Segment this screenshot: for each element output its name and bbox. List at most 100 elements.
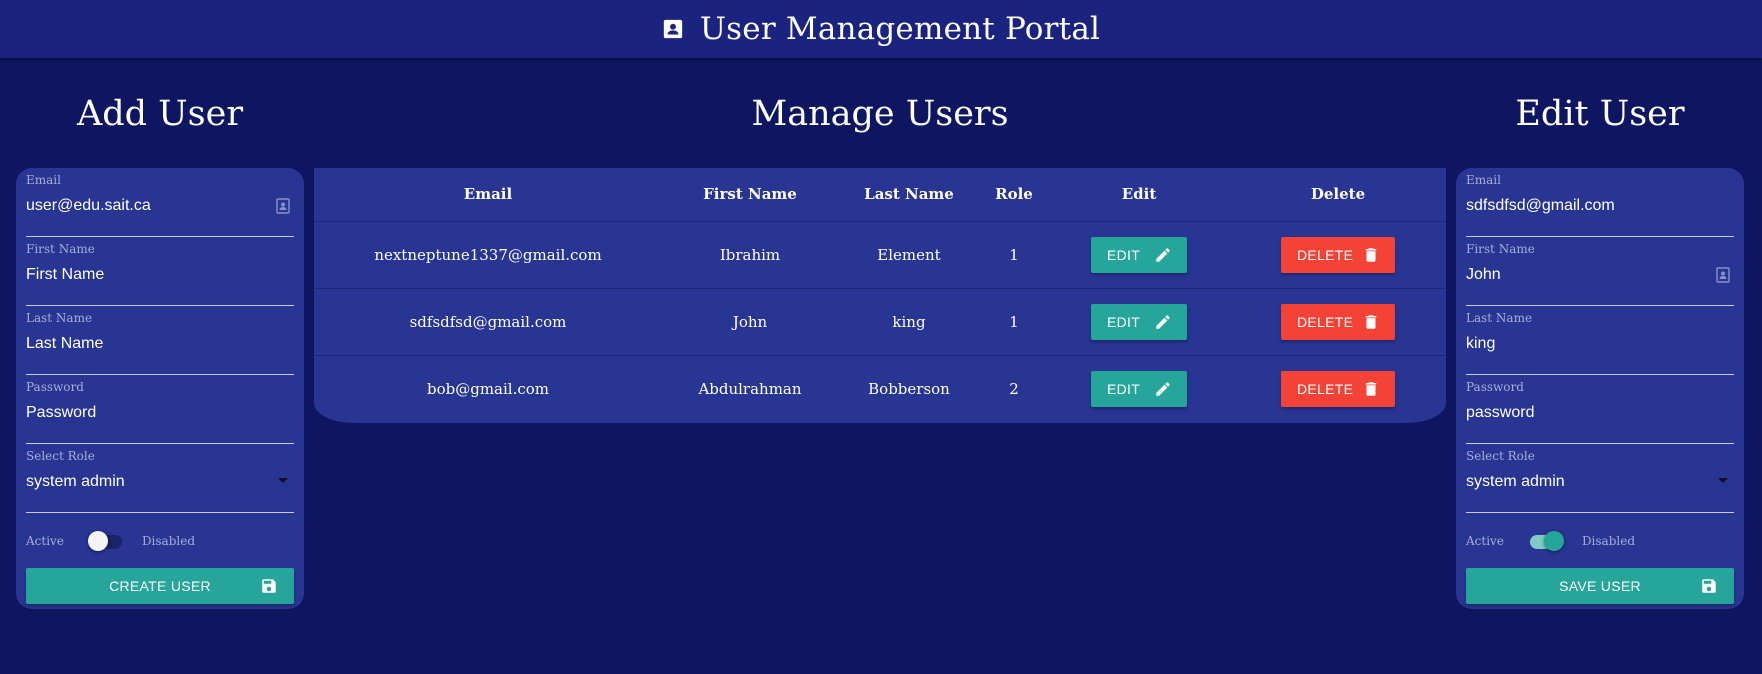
edit-button[interactable]: EDIT [1091, 370, 1187, 407]
cell-edit: EDIT [1048, 288, 1230, 356]
first-name-label: First Name [26, 242, 95, 256]
first-name-label: First Name [1466, 242, 1535, 256]
col-role: Role [980, 168, 1048, 222]
save-icon [1702, 579, 1716, 593]
first-name-field[interactable]: First Name First Name [26, 237, 294, 306]
col-delete: Delete [1230, 168, 1446, 222]
cell-role: 2 [1009, 379, 1019, 398]
contact-card-icon [663, 19, 683, 39]
trash-icon [1365, 247, 1377, 262]
disabled-label: Disabled [1581, 533, 1636, 548]
last-name-label: Last Name [26, 311, 93, 325]
status-switch[interactable] [1528, 530, 1564, 551]
edit-button[interactable]: EDIT [1091, 303, 1187, 340]
status-switch[interactable] [87, 530, 124, 551]
role-value[interactable]: system admin [26, 473, 294, 491]
last-name-label: Last Name [1466, 311, 1533, 325]
first-name-input[interactable]: John [1466, 266, 1734, 284]
trash-icon [1365, 314, 1377, 329]
switch-thumb[interactable] [1543, 530, 1564, 551]
cell-role: 1 [980, 221, 1048, 289]
delete-button[interactable]: DELETE [1281, 303, 1395, 340]
trash-icon [1365, 382, 1377, 396]
switch-thumb[interactable] [87, 530, 108, 551]
status-toggle-row: Active Disabled [26, 513, 294, 568]
status-toggle-row: Active Disabled [1466, 513, 1734, 568]
password-label: Password [1466, 380, 1524, 394]
users-table: Email First Name Last Name Role Edit Del… [314, 168, 1446, 422]
email-field[interactable]: Email sdfsdfsd@gmail.com [1466, 168, 1734, 237]
edit-button[interactable]: EDIT [1091, 236, 1187, 273]
delete-button[interactable]: DELETE [1281, 370, 1395, 407]
active-label: Active [26, 533, 64, 548]
last-name-field[interactable]: Last Name Last Name [26, 306, 294, 375]
delete-button[interactable]: DELETE [1281, 236, 1395, 273]
save-icon [262, 579, 276, 593]
edit-label: EDIT [1107, 313, 1141, 330]
email-label: Email [1466, 173, 1501, 187]
edit-user-title: Edit User [1515, 94, 1685, 134]
disabled-label: Disabled [141, 533, 196, 548]
cell-last-name: Element [838, 221, 980, 289]
cell-first-name: Ibrahim [662, 221, 838, 289]
password-field[interactable]: Password Password [26, 375, 294, 444]
cell-edit: EDIT [1048, 355, 1230, 422]
cell-email: sdfsdfsd@gmail.com [314, 288, 662, 356]
cell-first-name: Abdulrahman [698, 379, 802, 398]
contact-icon [1716, 267, 1730, 283]
edit-label: EDIT [1107, 246, 1141, 263]
cell-last-name: king [838, 288, 980, 356]
email-label: Email [26, 173, 61, 187]
page-title: User Management Portal [699, 11, 1101, 47]
users-table-card: Email First Name Last Name Role Edit Del… [314, 168, 1446, 423]
col-edit: Edit [1048, 168, 1230, 222]
pencil-icon [1156, 314, 1170, 329]
table-row: sdfsdfsd@gmail.com John king 1 EDIT DELE… [314, 288, 1446, 356]
manage-users-title: Manage Users [751, 94, 1009, 134]
caret-down-icon[interactable] [278, 478, 288, 483]
cell-role: 1 [980, 288, 1048, 356]
first-name-input[interactable]: First Name [26, 266, 294, 284]
cell-first-name: John [662, 288, 838, 356]
password-input[interactable]: Password [26, 404, 294, 422]
cell-delete: DELETE [1230, 221, 1446, 289]
password-field[interactable]: Password password [1466, 375, 1734, 444]
contact-icon [276, 198, 290, 214]
last-name-field[interactable]: Last Name king [1466, 306, 1734, 375]
cell-email: nextneptune1337@gmail.com [314, 221, 662, 289]
last-name-input[interactable]: Last Name [26, 335, 294, 353]
col-first-name: First Name [662, 168, 838, 222]
delete-label: DELETE [1297, 313, 1354, 330]
active-label: Active [1466, 533, 1504, 548]
role-select[interactable]: Select Role system admin [26, 444, 294, 513]
table-row: nextneptune1337@gmail.com Ibrahim Elemen… [314, 221, 1446, 289]
create-user-label: CREATE USER [109, 578, 211, 594]
delete-label: DELETE [1297, 380, 1354, 397]
last-name-input[interactable]: king [1466, 335, 1734, 353]
role-select[interactable]: Select Role system admin [1466, 444, 1734, 513]
table-header-row: Email First Name Last Name Role Edit Del… [314, 168, 1446, 222]
save-user-button[interactable]: SAVE USER [1466, 568, 1734, 604]
edit-user-form: Email sdfsdfsd@gmail.com First Name John… [1456, 168, 1744, 609]
first-name-field[interactable]: First Name John [1466, 237, 1734, 306]
password-input[interactable]: password [1466, 404, 1734, 422]
add-user-title: Add User [76, 94, 244, 134]
table-row: bob@gmail.com Abdulrahman Bobberson 2 ED… [314, 355, 1446, 422]
col-email: Email [314, 168, 662, 222]
edit-label: EDIT [1107, 380, 1141, 397]
save-user-label: SAVE USER [1559, 578, 1641, 594]
pencil-icon [1156, 247, 1170, 262]
create-user-button[interactable]: CREATE USER [26, 568, 294, 604]
email-input[interactable]: sdfsdfsd@gmail.com [1466, 197, 1734, 215]
email-input[interactable]: user@edu.sait.ca [26, 197, 294, 215]
role-label: Select Role [26, 449, 95, 463]
password-label: Password [26, 380, 84, 394]
email-field[interactable]: Email user@edu.sait.ca [26, 168, 294, 237]
role-label: Select Role [1466, 449, 1535, 463]
role-value[interactable]: system admin [1466, 473, 1734, 491]
app-header: User Management Portal [0, 0, 1762, 58]
cell-delete: DELETE [1230, 288, 1446, 356]
caret-down-icon[interactable] [1718, 478, 1728, 483]
cell-delete: DELETE [1230, 355, 1446, 422]
cell-last-name: Bobberson [868, 379, 950, 398]
